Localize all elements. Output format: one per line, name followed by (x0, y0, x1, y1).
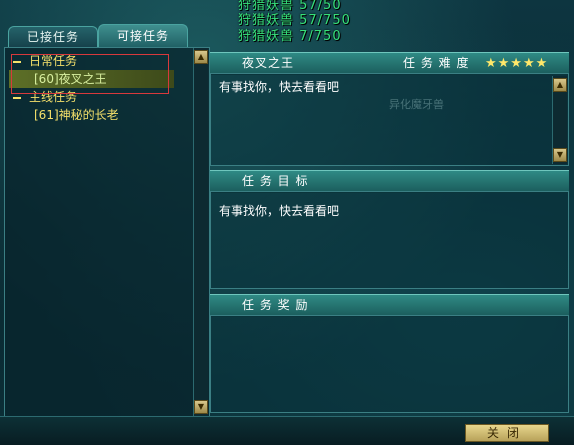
quest-item-mysterious-elder[interactable]: [61]神秘的长老 (9, 106, 189, 124)
background-caption: 异化魔牙兽 (389, 98, 444, 111)
difficulty-label: 任 务 难 度 (403, 56, 470, 70)
objective-title: 任 务 目 标 (242, 174, 309, 188)
difficulty-stars: ★★★★★ (485, 56, 549, 71)
quest-description-box: 有事找你，快去看看吧 异化魔牙兽 ▲ ▼ (210, 73, 569, 166)
objective-box: 有事找你，快去看看吧 (210, 191, 569, 289)
quest-description: 有事找你，快去看看吧 (219, 80, 340, 94)
reward-box (210, 315, 569, 413)
reward-header: 任 务 奖 励 (210, 294, 569, 317)
scroll-down-icon[interactable]: ▼ (194, 400, 208, 414)
quest-name: 夜叉之王 (242, 56, 295, 70)
scroll-down-icon[interactable]: ▼ (553, 148, 567, 162)
quest-list-panel: 日常任务 [60]夜叉之王 主线任务 [61]神秘的长老 ▲ ▼ (4, 47, 210, 417)
scroll-up-icon[interactable]: ▲ (194, 50, 208, 64)
close-button[interactable]: 关闭 (465, 424, 549, 442)
quest-item-label: [61]神秘的长老 (34, 108, 119, 122)
list-scrollbar[interactable]: ▲ ▼ (193, 48, 208, 416)
description-scrollbar[interactable]: ▲ ▼ (552, 76, 567, 164)
reward-title: 任 务 奖 励 (242, 298, 309, 312)
tab-available-quests[interactable]: 可接任务 (98, 24, 188, 48)
quest-tree: 日常任务 [60]夜叉之王 主线任务 [61]神秘的长老 (9, 52, 189, 124)
notice-line-3: 狩猎妖兽 7/750 (238, 29, 342, 44)
scroll-up-icon[interactable]: ▲ (553, 78, 567, 92)
tab-accepted-quests[interactable]: 已接任务 (8, 26, 98, 48)
selection-highlight (11, 54, 169, 94)
objective-header: 任 务 目 标 (210, 170, 569, 193)
quest-detail-header: 夜叉之王 任 务 难 度 ★★★★★ (210, 52, 569, 75)
objective-text: 有事找你，快去看看吧 (219, 204, 340, 218)
collapse-icon[interactable] (13, 96, 21, 99)
